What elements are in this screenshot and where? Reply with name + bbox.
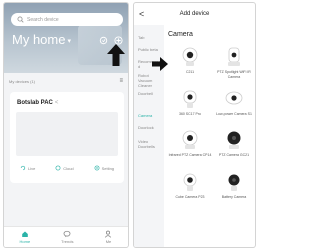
category-public-beta[interactable]: Public beta — [134, 47, 164, 52]
chevron-down-icon: ▾ — [67, 37, 71, 45]
home-screen: Search device My home ▾ My devices (1) ≡ … — [3, 2, 129, 248]
share-icon[interactable]: < — [55, 100, 59, 106]
add-device-header: < Add device — [134, 3, 255, 25]
live-label: Live — [27, 165, 36, 171]
page-title: Add device — [179, 11, 210, 17]
search-placeholder: Search device — [27, 16, 59, 23]
camera-icon — [182, 47, 198, 66]
person-icon — [105, 230, 112, 238]
nav-home[interactable]: Home — [19, 230, 31, 244]
device-name: Low-power Camera S1 — [216, 112, 252, 116]
camera-icon — [227, 131, 241, 149]
setting-label: Setting — [101, 165, 115, 171]
home-selector[interactable]: My home ▾ — [12, 32, 71, 47]
camera-icon — [225, 91, 243, 105]
live-icon — [20, 165, 26, 171]
chat-icon — [63, 230, 71, 238]
device-actions: Live Cloud Setting — [10, 165, 124, 171]
category-doorbell[interactable]: Doorbell — [134, 91, 164, 96]
camera-preview[interactable] — [16, 112, 118, 156]
category-camera[interactable]: Camera — [134, 113, 164, 118]
camera-icon — [182, 130, 198, 149]
nav-trends-label: Trends — [61, 239, 74, 244]
bottom-nav: Home Trends Me — [4, 226, 128, 247]
device-tile-low-power-s1[interactable]: Low-power Camera S1 — [212, 88, 255, 117]
device-name: 360 SC17 Pro — [179, 112, 201, 116]
search-input[interactable]: Search device — [11, 13, 123, 26]
nav-me-label: Me — [105, 239, 112, 244]
category-video-doorbells[interactable]: Video Doorbells — [134, 139, 164, 149]
device-tile-c211[interactable]: C211 — [168, 46, 212, 75]
home-icon — [22, 231, 28, 237]
nav-trends[interactable]: Trends — [61, 230, 73, 244]
section-title: Camera — [168, 31, 193, 38]
category-robot-vacuum[interactable]: Robot Vacuum Cleaner — [134, 73, 164, 88]
device-name: C211 — [185, 70, 195, 74]
cloud-icon — [55, 165, 61, 171]
add-device-screen: < Add device Tab Public beta Recommende … — [133, 2, 256, 248]
menu-icon[interactable]: ≡ — [119, 78, 123, 84]
setting-button[interactable]: Setting — [94, 165, 114, 171]
search-icon — [17, 16, 24, 23]
device-name-text: Botslab PAC — [17, 100, 53, 106]
nav-me[interactable]: Me — [104, 230, 112, 244]
device-tile-ptz-gc21[interactable]: PTZ Camera GC21 — [212, 129, 255, 158]
camera-icon — [183, 90, 197, 108]
rooms-label: My devices (1) — [9, 78, 36, 84]
device-tile-360-sc17-pro[interactable]: 360 SC17 Pro — [168, 88, 212, 117]
device-tile-infrared-ptz[interactable]: Infrared PTZ Camera CP14 — [168, 129, 212, 158]
arrow-up-icon — [107, 44, 125, 66]
rooms-bar: My devices (1) ≡ — [4, 73, 128, 89]
category-tab[interactable]: Tab — [134, 35, 164, 40]
device-name: PTZ Camera GC21 — [218, 153, 250, 157]
arrow-right-icon — [152, 57, 168, 71]
nav-home-label: Home — [19, 239, 31, 244]
device-name: Botslab PAC < — [17, 100, 58, 106]
device-card[interactable]: Botslab PAC < Live Cloud Setting — [10, 92, 124, 183]
live-button[interactable]: Live — [20, 165, 35, 171]
device-name: Cube Camera P23 — [175, 195, 205, 199]
device-tile-battery-camera[interactable]: Battery Camera — [212, 171, 255, 200]
cloud-label: Cloud — [63, 165, 74, 171]
cloud-button[interactable]: Cloud — [55, 165, 74, 171]
device-name: Infrared PTZ Camera CP14 — [168, 153, 212, 157]
device-tile-cube-p23[interactable]: Cube Camera P23 — [168, 171, 212, 200]
device-name: PTZ Spotlight WiFi IR Camera — [217, 70, 251, 79]
device-name: Battery Camera — [221, 195, 247, 199]
device-tile-ptz-spotlight[interactable]: PTZ Spotlight WiFi IR Camera — [212, 46, 255, 79]
category-doorlock[interactable]: Doorlock — [134, 125, 164, 130]
home-title: My home — [12, 32, 66, 47]
camera-icon — [228, 174, 240, 191]
gear-icon — [94, 165, 99, 171]
camera-icon — [183, 173, 197, 191]
camera-icon — [228, 47, 240, 66]
